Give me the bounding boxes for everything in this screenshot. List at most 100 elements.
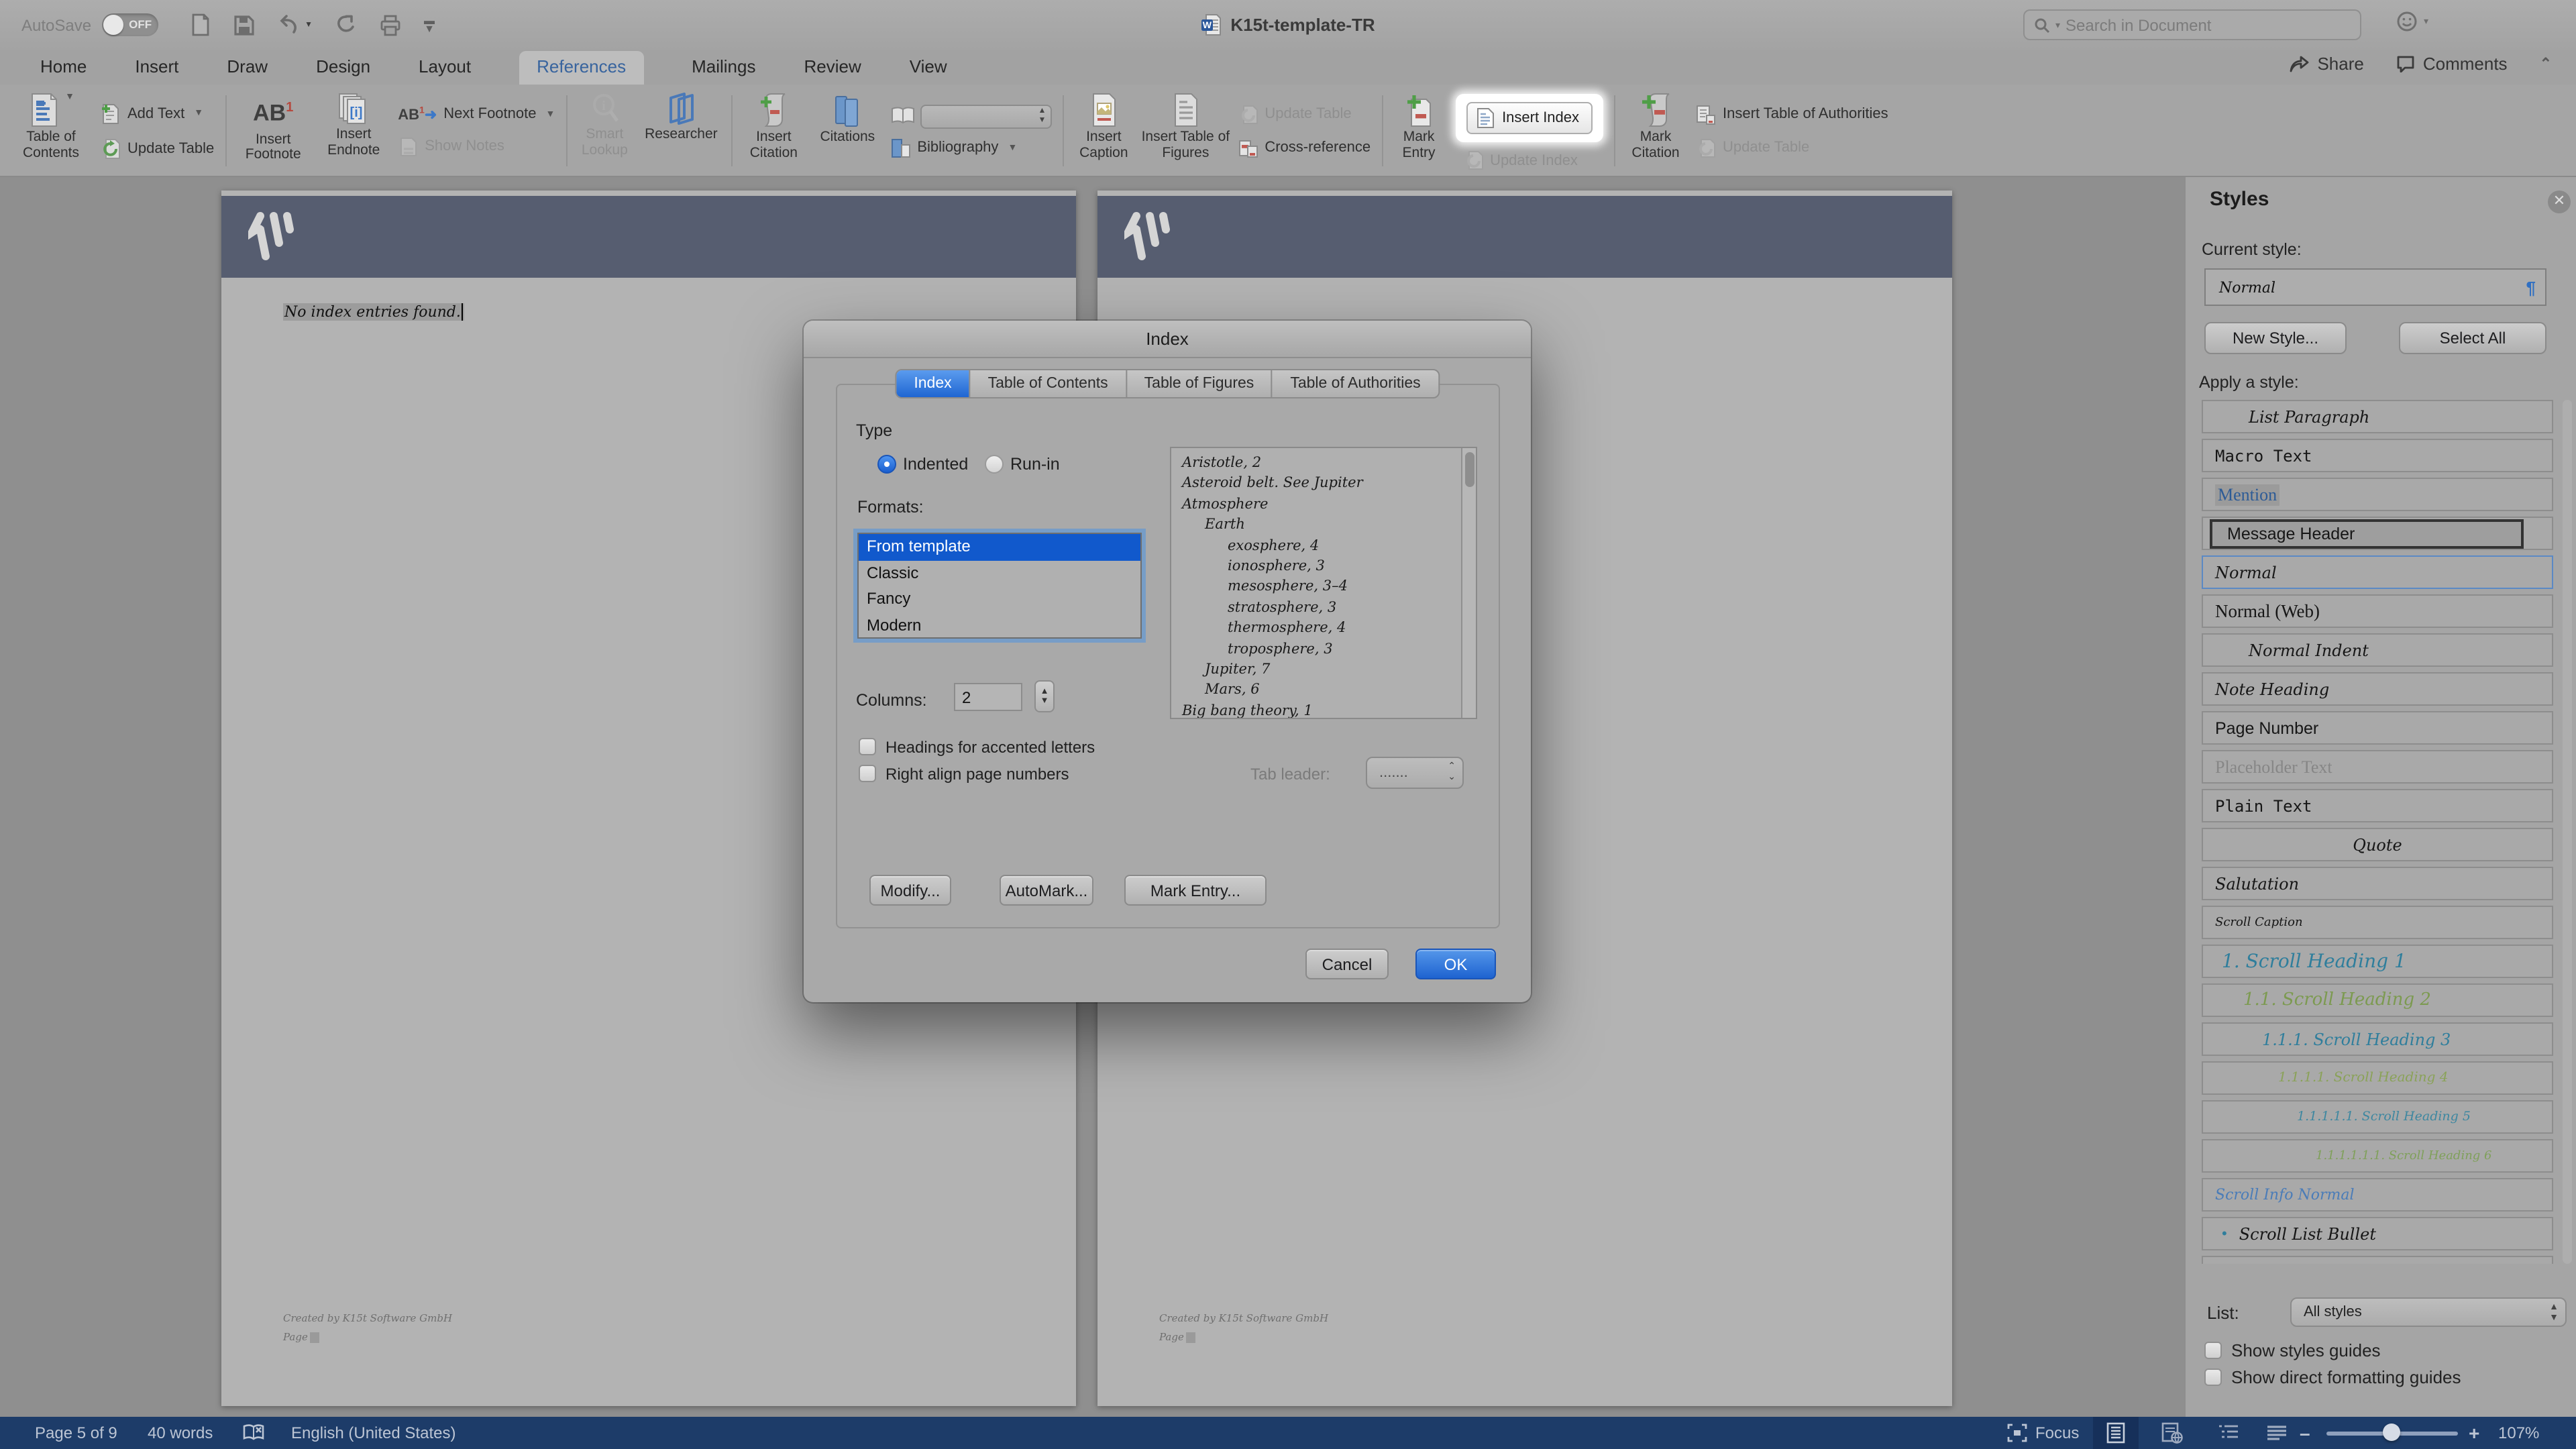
automark-button[interactable]: AutoMark... <box>1000 875 1093 906</box>
insert-table-of-authorities-button[interactable]: Insert Table of Authorities <box>1696 104 1888 124</box>
tab-leader-popup[interactable]: .......⌃⌄ <box>1366 757 1464 789</box>
show-notes-button[interactable]: Show Notes <box>398 136 555 156</box>
style-item-normal[interactable]: Normal <box>2202 555 2553 589</box>
current-style-well[interactable]: Normal ¶ <box>2204 268 2546 306</box>
add-text-button[interactable]: Add Text▼ <box>99 103 214 124</box>
draft-view-button[interactable] <box>2254 1417 2300 1449</box>
dialog-tab-index[interactable]: Index <box>896 370 969 397</box>
style-item-macro-text[interactable]: Macro Text <box>2202 439 2553 472</box>
ribbon-tab-mailings[interactable]: Mailings <box>692 56 755 85</box>
focus-button[interactable]: Focus <box>2007 1417 2079 1449</box>
print-icon[interactable] <box>380 14 401 36</box>
selected-text[interactable]: No index entries found. <box>283 303 465 321</box>
ribbon-tab-insert[interactable]: Insert <box>135 56 178 85</box>
headings-accented-checkbox[interactable] <box>859 738 876 755</box>
customize-toolbar-icon[interactable]: ▬▼ <box>424 17 435 33</box>
preview-scrollbar[interactable] <box>1461 448 1476 718</box>
format-option-classic[interactable]: Classic <box>859 560 1140 586</box>
mark-entry-button[interactable]: Mark Entry <box>1388 89 1450 173</box>
style-item-1-1-1-1-1-scroll-heading-5[interactable]: 1.1.1.1.1. Scroll Heading 5 <box>2202 1100 2553 1134</box>
close-icon[interactable]: ✕ <box>2548 191 2571 213</box>
style-item-1-1-scroll-heading-2[interactable]: 1.1. Scroll Heading 2 <box>2202 983 2553 1017</box>
citations-button[interactable]: Citations <box>810 89 885 173</box>
update-table-authorities-button[interactable]: Update Table <box>1696 138 1888 158</box>
style-item-note-heading[interactable]: Note Heading <box>2202 672 2553 706</box>
smart-lookup-button[interactable]: i Smart Lookup <box>572 89 637 173</box>
insert-endnote-button[interactable]: [i] Insert Endnote <box>315 89 392 173</box>
insert-footnote-button[interactable]: AB1 Insert Footnote <box>231 89 315 173</box>
style-item-page-number[interactable]: Page Number <box>2202 711 2553 745</box>
proofing-status-icon[interactable] <box>243 1417 264 1449</box>
zoom-out-button[interactable]: – <box>2300 1417 2310 1449</box>
styles-scrollbar[interactable] <box>2563 400 2572 1264</box>
style-item-placeholder-text[interactable]: Placeholder Text <box>2202 750 2553 784</box>
style-item-normal-web[interactable]: Normal (Web) <box>2202 594 2553 628</box>
share-button[interactable]: Share <box>2289 54 2363 74</box>
search-input[interactable]: ▾ Search in Document <box>2023 9 2361 40</box>
style-item-scroll-list-bullet[interactable]: •Scroll List Bullet <box>2202 1217 2553 1250</box>
modify-button[interactable]: Modify... <box>869 875 951 906</box>
table-of-contents-button[interactable]: ▼ Table of Contents <box>8 89 94 173</box>
style-item-1-1-1-scroll-heading-3[interactable]: 1.1.1. Scroll Heading 3 <box>2202 1022 2553 1056</box>
show-direct-formatting-checkbox[interactable] <box>2204 1368 2222 1386</box>
preview-scrollbar-thumb[interactable] <box>1465 452 1474 487</box>
outline-view-button[interactable] <box>2206 1417 2251 1449</box>
save-icon[interactable] <box>233 14 255 36</box>
ribbon-tab-review[interactable]: Review <box>804 56 861 85</box>
style-item-1-scroll-heading-1[interactable]: 1. Scroll Heading 1 <box>2202 945 2553 978</box>
undo-icon[interactable]: ▼ <box>278 14 313 36</box>
list-filter-popup[interactable]: All styles▲▼ <box>2290 1297 2567 1327</box>
new-document-icon[interactable] <box>191 13 211 36</box>
update-table-button[interactable]: Update Table <box>99 138 214 159</box>
ribbon-tab-draw[interactable]: Draw <box>227 56 268 85</box>
style-item-mention[interactable]: Mention <box>2202 478 2553 511</box>
cancel-button[interactable]: Cancel <box>1305 949 1389 979</box>
update-index-button[interactable]: Update Index <box>1463 150 1603 170</box>
dialog-tab-table-of-contents[interactable]: Table of Contents <box>969 370 1126 397</box>
mark-entry-dialog-button[interactable]: Mark Entry... <box>1124 875 1267 906</box>
format-option-from-template[interactable]: From template <box>859 534 1140 560</box>
style-item-plain-text[interactable]: Plain Text <box>2202 789 2553 822</box>
bibliography-button[interactable]: Bibliography▼ <box>890 138 1051 158</box>
style-item-quote[interactable]: Quote <box>2202 828 2553 861</box>
bibliography-style-combobox[interactable]: ▲▼ <box>920 104 1051 128</box>
style-item-message-header[interactable]: Message Header <box>2202 517 2553 550</box>
format-option-fancy[interactable]: Fancy <box>859 586 1140 612</box>
ribbon-tab-view[interactable]: View <box>910 56 947 85</box>
cross-reference-button[interactable]: Cross-reference <box>1238 138 1371 158</box>
zoom-slider-thumb[interactable] <box>2383 1424 2400 1441</box>
word-count[interactable]: 40 words <box>148 1417 213 1449</box>
insert-citation-button[interactable]: Insert Citation <box>737 89 810 173</box>
insert-index-button[interactable]: Insert Index <box>1466 102 1593 134</box>
select-all-button[interactable]: Select All <box>2399 322 2546 354</box>
mark-citation-button[interactable]: Mark Citation <box>1621 89 1690 173</box>
indented-radio[interactable] <box>877 455 896 474</box>
next-footnote-button[interactable]: AB1➜ Next Footnote▼ <box>398 105 555 123</box>
ok-button[interactable]: OK <box>1415 949 1496 979</box>
columns-stepper[interactable]: ▲▼ <box>1034 680 1055 712</box>
style-item-scroll-caption[interactable]: Scroll Caption <box>2202 906 2553 939</box>
ribbon-tab-home[interactable]: Home <box>40 56 87 85</box>
ribbon-tab-design[interactable]: Design <box>316 56 370 85</box>
collapse-ribbon-icon[interactable]: ⌃ <box>2540 55 2552 72</box>
formats-listbox[interactable]: From templateClassicFancyModern <box>857 533 1142 639</box>
ribbon-tab-layout[interactable]: Layout <box>419 56 471 85</box>
style-item-salutation[interactable]: Salutation <box>2202 867 2553 900</box>
insert-caption-button[interactable]: Insert Caption <box>1069 89 1138 173</box>
style-item-normal-indent[interactable]: Normal Indent <box>2202 633 2553 667</box>
new-style-button[interactable]: New Style... <box>2204 322 2347 354</box>
style-item-1-1-1-1-1-1-scroll-heading-6[interactable]: 1.1.1.1.1.1. Scroll Heading 6 <box>2202 1139 2553 1173</box>
researcher-button[interactable]: Researcher <box>637 89 725 173</box>
zoom-level[interactable]: 107% <box>2498 1417 2539 1449</box>
insert-table-of-figures-button[interactable]: Insert Table of Figures <box>1138 89 1232 173</box>
zoom-in-button[interactable]: + <box>2469 1417 2479 1449</box>
style-item-scroll-info-normal[interactable]: Scroll Info Normal <box>2202 1178 2553 1212</box>
feedback-smiley-icon[interactable]: ▾ <box>2397 11 2428 32</box>
style-item-1-1-1-1-scroll-heading-4[interactable]: 1.1.1.1. Scroll Heading 4 <box>2202 1061 2553 1095</box>
run-in-radio[interactable] <box>985 455 1004 474</box>
page-indicator[interactable]: Page 5 of 9 <box>35 1417 117 1449</box>
ribbon-tab-references[interactable]: References <box>519 51 643 85</box>
autosave-toggle[interactable]: OFF <box>102 13 158 36</box>
dialog-tab-table-of-authorities[interactable]: Table of Authorities <box>1271 370 1438 397</box>
show-styles-guides-checkbox[interactable] <box>2204 1342 2222 1359</box>
